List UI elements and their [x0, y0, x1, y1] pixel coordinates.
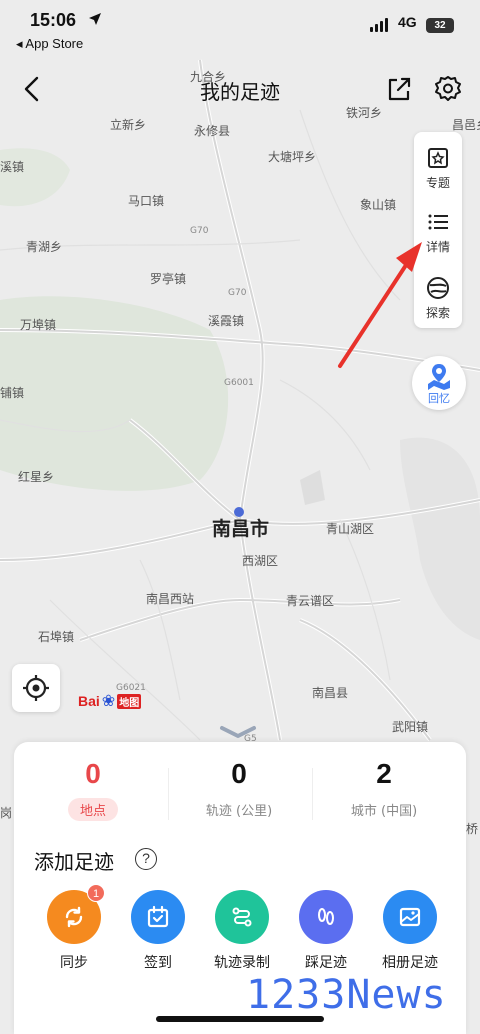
action-track-record[interactable]: 轨迹录制	[202, 890, 282, 972]
share-icon[interactable]	[384, 74, 414, 104]
action-label: 轨迹录制	[214, 955, 270, 971]
place-label: 青山湖区	[326, 522, 375, 536]
place-label: 铁河乡	[346, 106, 383, 120]
city-label: 南昌市	[212, 518, 270, 540]
stat-label: 轨迹 (公里)	[205, 804, 273, 819]
add-footprint-title: 添加足迹	[34, 850, 114, 874]
help-icon[interactable]: ?	[135, 848, 157, 870]
place-label: 永修县	[194, 124, 231, 138]
status-time: 15:06	[30, 10, 77, 30]
side-item-details[interactable]: 详情	[414, 200, 462, 260]
place-label: 红星乡	[18, 470, 55, 484]
baidu-map-logo: Bai ❀ 地图	[78, 691, 142, 711]
stat-label: 地点	[67, 798, 118, 821]
baidu-map-word: 地图	[117, 693, 142, 709]
locate-crosshair-icon	[23, 675, 49, 701]
topic-icon	[428, 148, 448, 168]
track-record-icon	[232, 907, 252, 927]
road-tag: G70	[190, 226, 209, 236]
road-tag: G6001	[224, 378, 254, 388]
sync-button-circle[interactable]: 1	[47, 884, 105, 944]
place-label: 青湖乡	[26, 240, 63, 254]
settings-gear-icon[interactable]	[432, 73, 464, 105]
notification-badge: 1	[87, 884, 105, 902]
place-label: 溪霞镇	[208, 314, 245, 328]
action-label: 踩足迹	[305, 955, 347, 971]
watermark-text: 1233News	[246, 972, 447, 1018]
action-album[interactable]: 相册足迹	[370, 890, 450, 972]
stat-value: 0	[231, 758, 247, 789]
place-label: 武阳镇	[392, 720, 429, 734]
sync-icon	[65, 906, 83, 928]
place-label: 桥	[466, 822, 479, 836]
map-side-panel: 专题 详情 探索	[414, 132, 462, 328]
place-label: 大塘坪乡	[268, 150, 317, 164]
action-sync[interactable]: 1 同步	[34, 884, 114, 972]
side-item-label: 探索	[425, 306, 450, 320]
action-label: 签到	[144, 955, 172, 971]
side-item-explore[interactable]: 探索	[414, 266, 462, 326]
explore-icon	[427, 277, 449, 299]
location-arrow-icon	[89, 13, 101, 25]
stat-places[interactable]: 0 地点	[18, 758, 168, 821]
place-label: 立新乡	[110, 118, 147, 132]
side-item-label: 专题	[425, 176, 450, 190]
cellular-signal-icon	[370, 18, 388, 32]
place-label: 西湖区	[242, 554, 279, 568]
checkin-icon	[147, 905, 169, 928]
place-label: 南昌西站	[146, 592, 195, 606]
place-label: 青云谱区	[286, 594, 335, 608]
memory-map-icon	[428, 364, 450, 390]
road-tag: G70	[228, 288, 247, 298]
baidu-paw-icon: ❀	[101, 693, 116, 710]
place-label: 石埠镇	[38, 630, 75, 644]
stat-cities[interactable]: 2 城市 (中国)	[309, 758, 459, 821]
place-label: 铺镇	[0, 386, 25, 400]
collapse-handle-icon[interactable]	[218, 724, 258, 742]
stat-value: 2	[376, 758, 392, 789]
checkin-button-circle[interactable]	[131, 890, 185, 944]
stat-track-km[interactable]: 0 轨迹 (公里)	[164, 758, 314, 821]
stat-value: 0	[85, 758, 101, 789]
place-label: 昌邑乡	[452, 118, 480, 132]
action-footprint[interactable]: 踩足迹	[286, 890, 366, 972]
list-icon	[428, 214, 448, 230]
album-icon	[399, 907, 421, 927]
battery-icon: 32	[426, 18, 454, 33]
place-label: 罗亭镇	[150, 272, 187, 286]
album-button-circle[interactable]	[383, 890, 437, 944]
place-label: 马口镇	[128, 194, 165, 208]
memory-button[interactable]: 回忆	[412, 356, 466, 410]
footprint-button-circle[interactable]	[299, 890, 353, 944]
place-label: 万埠镇	[20, 318, 57, 332]
place-label: 南昌县	[312, 686, 349, 700]
back-arrow-icon[interactable]	[18, 74, 48, 104]
place-label: 溪镇	[0, 160, 25, 174]
back-to-app-store-link[interactable]: ◂ App Store	[16, 36, 83, 52]
locate-me-button[interactable]	[12, 664, 60, 712]
place-label: 九合乡	[190, 70, 227, 84]
baidu-brand-text: Bai	[78, 693, 100, 709]
place-label: 岗	[0, 806, 13, 820]
footprint-icon	[318, 908, 334, 925]
side-item-topic[interactable]: 专题	[414, 136, 462, 196]
stat-label: 城市 (中国)	[350, 804, 418, 819]
action-label: 同步	[60, 955, 88, 971]
side-item-label: 详情	[425, 240, 450, 254]
status-bar: 15:06 ◂ App Store 4G 32	[0, 0, 480, 60]
home-indicator[interactable]	[156, 1016, 324, 1022]
memory-label: 回忆	[428, 392, 450, 405]
action-checkin[interactable]: 签到	[118, 890, 198, 972]
action-label: 相册足迹	[382, 955, 438, 971]
track-record-button-circle[interactable]	[215, 890, 269, 944]
network-type: 4G	[398, 14, 417, 30]
place-label: 象山镇	[360, 198, 397, 212]
